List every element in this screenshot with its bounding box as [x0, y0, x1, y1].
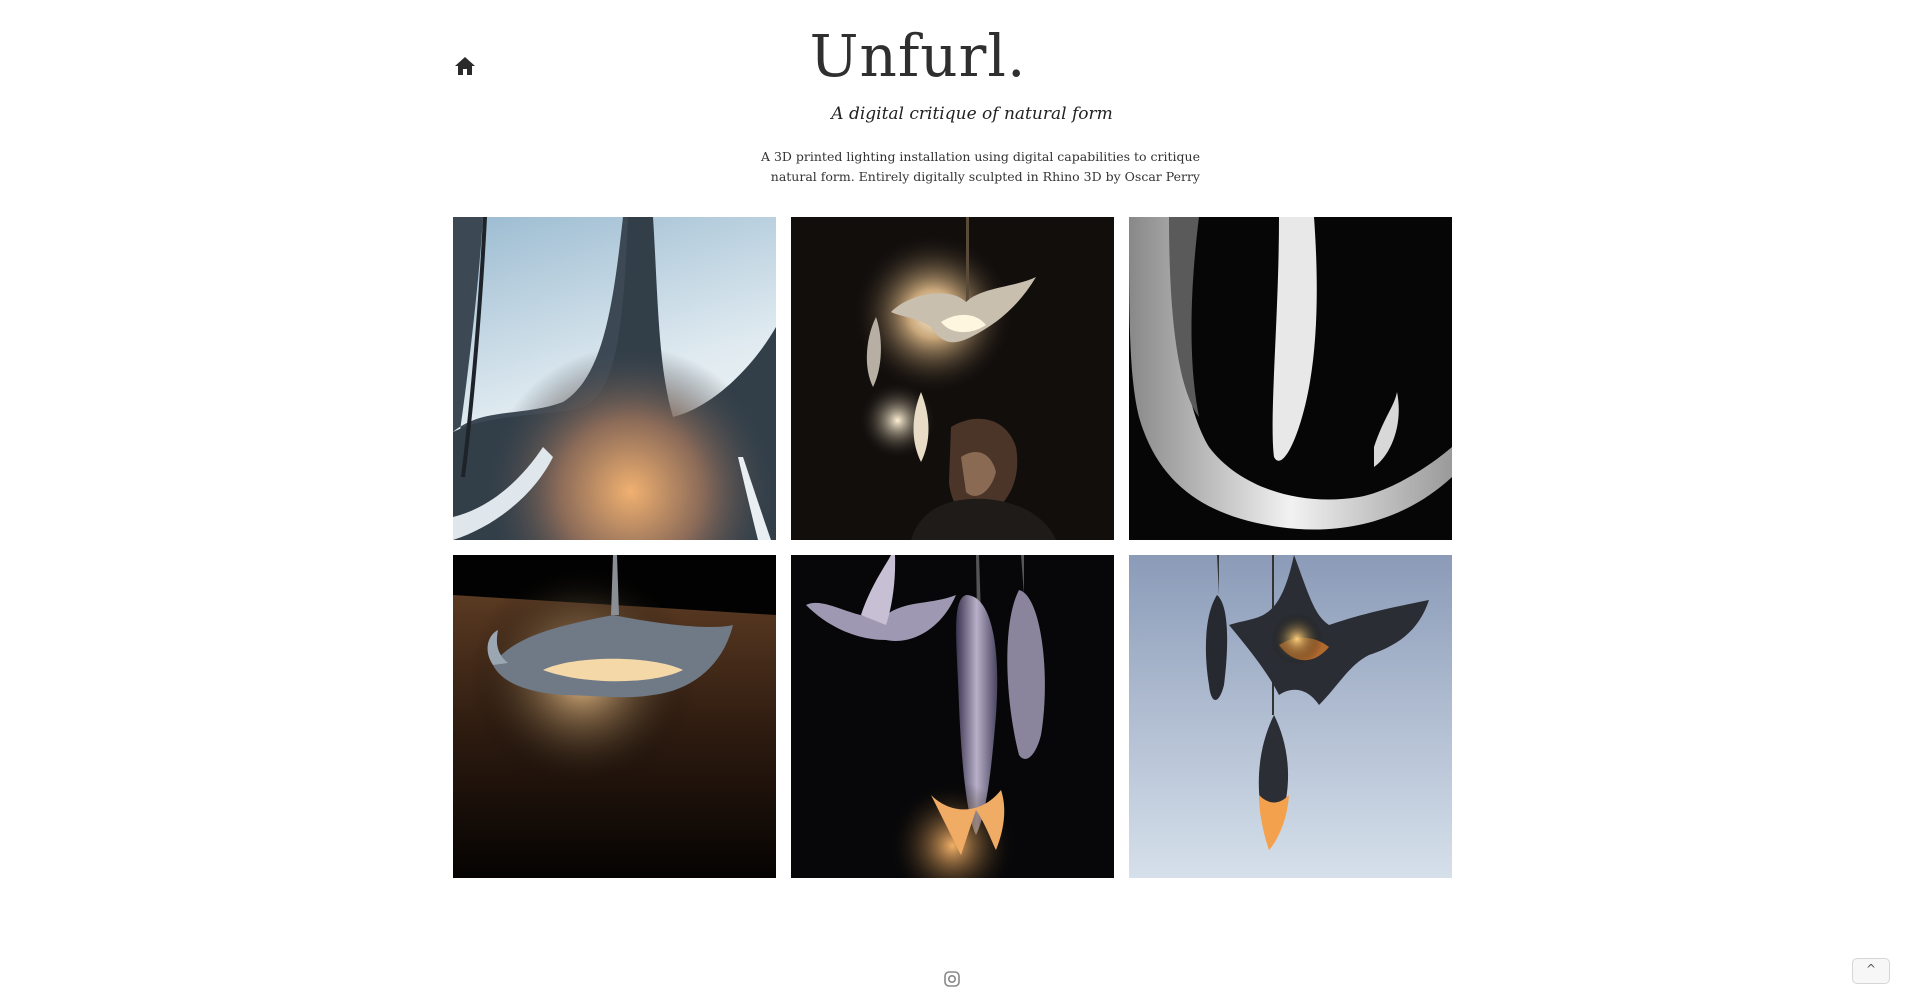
scroll-to-top-button[interactable]: ^	[1852, 958, 1890, 984]
gallery-image-1[interactable]	[453, 217, 776, 540]
gallery-grid	[0, 0, 1906, 977]
chevron-up-icon: ^	[1865, 962, 1877, 976]
gallery-image-6[interactable]	[1129, 555, 1452, 878]
gallery-image-5[interactable]	[791, 555, 1114, 878]
gallery-image-3[interactable]	[1129, 217, 1452, 540]
gallery-image-2[interactable]	[791, 217, 1114, 540]
gallery-image-4[interactable]	[453, 555, 776, 878]
instagram-icon[interactable]	[943, 970, 961, 988]
